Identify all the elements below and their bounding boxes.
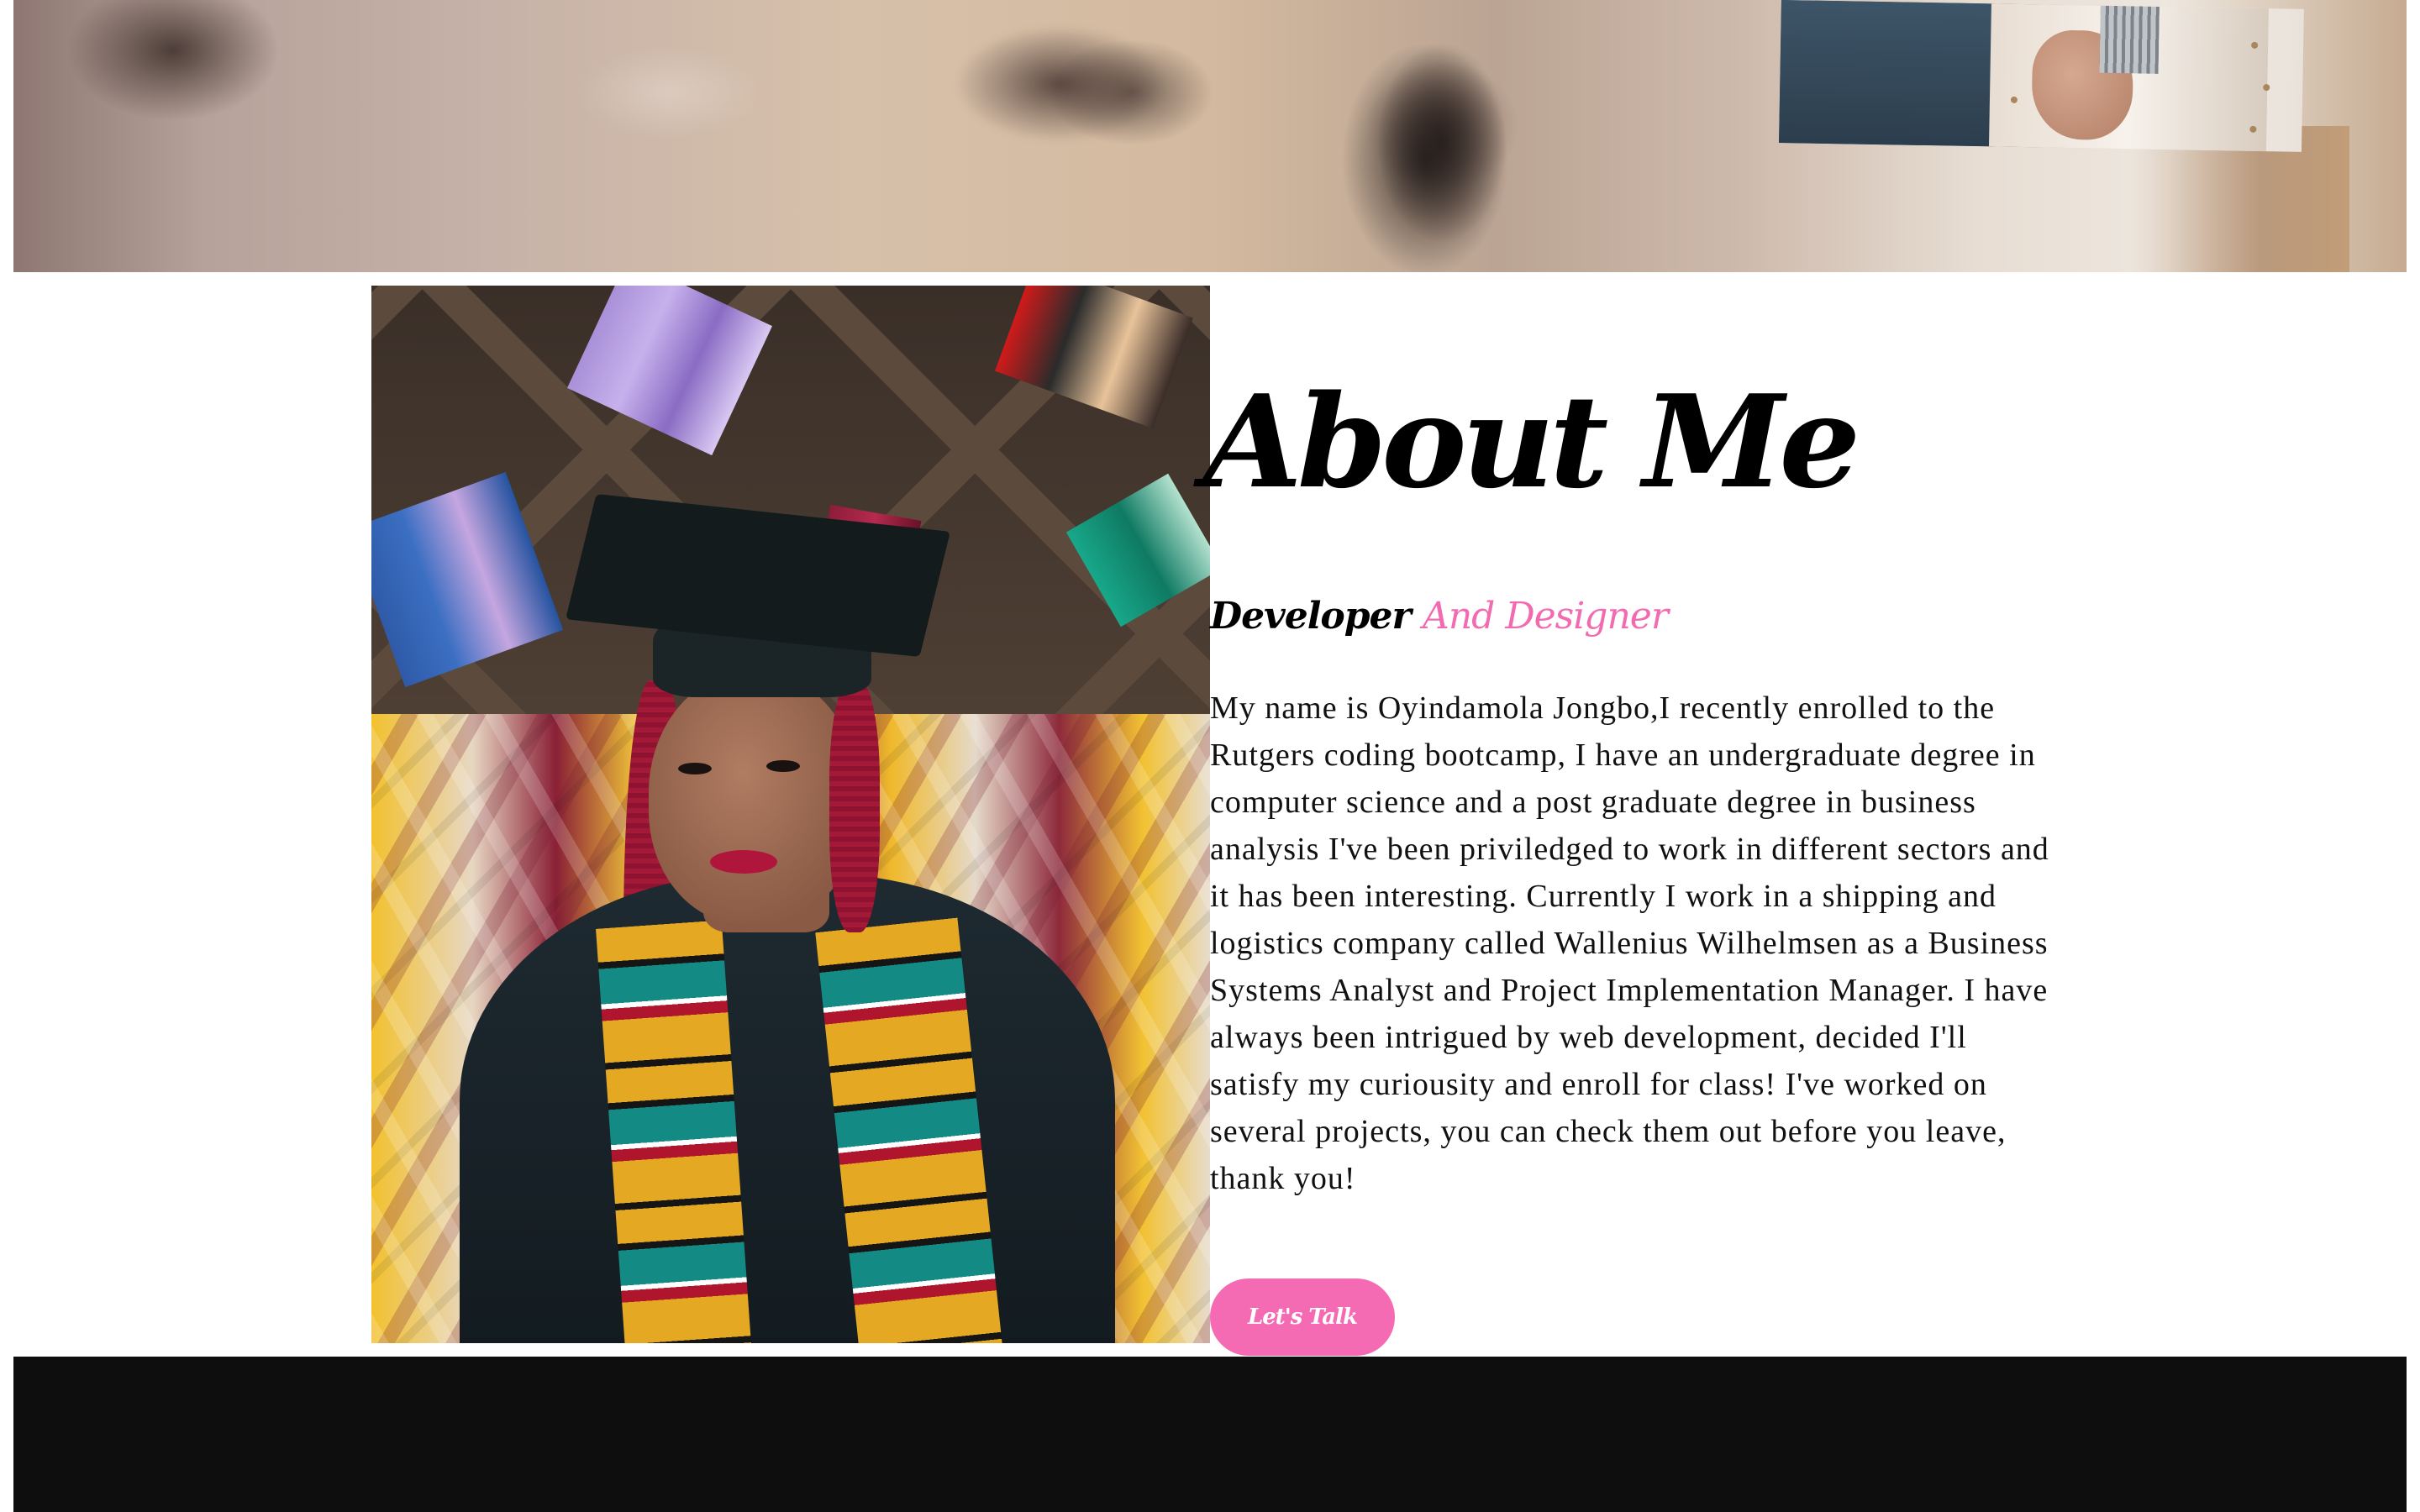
footer-band [13, 1357, 2407, 1512]
subtitle-primary: Developer [1210, 595, 1412, 638]
about-bio: My name is Oyindamola Jongbo,I recently … [1210, 690, 2049, 1196]
photo-hair [829, 680, 880, 932]
profile-photo [371, 286, 1210, 1343]
photo-graduation-gown [460, 874, 1115, 1343]
photo-eye [678, 763, 712, 774]
photo-face [649, 672, 859, 924]
about-title: About Me [1203, 366, 1860, 517]
photo-stud [2249, 125, 2257, 133]
hero-blur-shape [955, 25, 1165, 143]
photo-lips [710, 850, 777, 874]
hero-banner-image [13, 0, 2407, 272]
about-subtitle: Developer And Designer [1210, 595, 1669, 639]
photo-bracelet [2099, 5, 2160, 74]
photo-stud [2251, 41, 2259, 49]
photo-jeans [1779, 0, 2000, 147]
lets-talk-button[interactable]: Let's Talk [1210, 1278, 1395, 1356]
hero-blur-shape [1341, 42, 1509, 272]
subtitle-accent: And Designer [1423, 595, 1669, 638]
photo-eye [766, 760, 800, 772]
hero-inset-photo [1779, 0, 2304, 152]
photo-stud [2263, 84, 2270, 92]
